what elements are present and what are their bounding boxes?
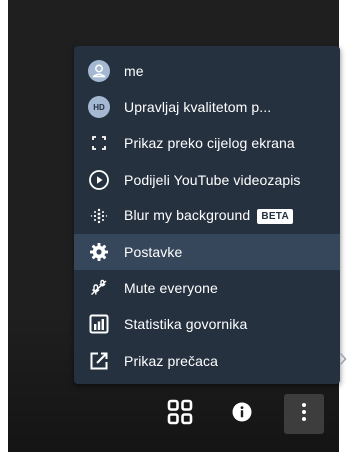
menu-item-share-youtube[interactable]: Podijeli YouTube videozapis — [74, 162, 340, 198]
blur-label-text: Blur my background — [124, 207, 251, 224]
info-button[interactable] — [222, 394, 262, 434]
menu-item-blur-background[interactable]: Blur my background BETA — [74, 198, 340, 234]
svg-text:HD: HD — [93, 103, 105, 112]
menu-item-label: Upravljaj kvalitetom p... — [124, 99, 272, 116]
blur-icon — [87, 204, 111, 228]
hd-icon: HD — [87, 95, 111, 119]
menu-item-shortcuts[interactable]: Prikaz prečaca — [74, 343, 340, 379]
mute-everyone-icon — [87, 276, 111, 300]
more-options-icon — [301, 402, 307, 427]
menu-item-label: Mute everyone — [124, 280, 218, 297]
menu-item-settings[interactable]: Postavke — [74, 233, 340, 271]
menu-item-fullscreen[interactable]: Prikaz preko cijelog ekrana — [74, 125, 340, 161]
menu-item-label: Postavke — [124, 244, 183, 261]
beta-badge: BETA — [257, 209, 293, 225]
tile-view-button[interactable] — [160, 394, 200, 434]
menu-item-mute-everyone[interactable]: Mute everyone — [74, 270, 340, 306]
menu-item-label: Blur my background BETA — [124, 207, 293, 225]
menu-item-video-quality[interactable]: HD Upravljaj kvalitetom p... — [74, 89, 340, 125]
tile-view-icon — [166, 398, 194, 431]
menu-item-speaker-stats[interactable]: Statistika govornika — [74, 306, 340, 342]
menu-item-label: me — [124, 63, 144, 80]
menu-item-label: Prikaz prečaca — [124, 352, 218, 369]
stats-icon — [87, 312, 111, 336]
gear-icon — [87, 240, 111, 264]
menu-item-profile[interactable]: me — [74, 53, 340, 89]
avatar-icon — [87, 59, 111, 83]
fullscreen-icon — [87, 131, 111, 155]
play-circle-icon — [87, 168, 111, 192]
menu-item-label: Statistika govornika — [124, 316, 248, 333]
more-options-button[interactable] — [284, 394, 324, 434]
menu-item-label: Podijeli YouTube videozapis — [124, 171, 301, 188]
info-icon — [231, 401, 253, 428]
overflow-menu: me HD Upravljaj kvalitetom p... Prikaz p… — [74, 46, 340, 384]
shortcuts-icon — [87, 349, 111, 373]
chevron-right-icon[interactable] — [339, 352, 347, 366]
menu-item-label: Prikaz preko cijelog ekrana — [124, 135, 295, 152]
